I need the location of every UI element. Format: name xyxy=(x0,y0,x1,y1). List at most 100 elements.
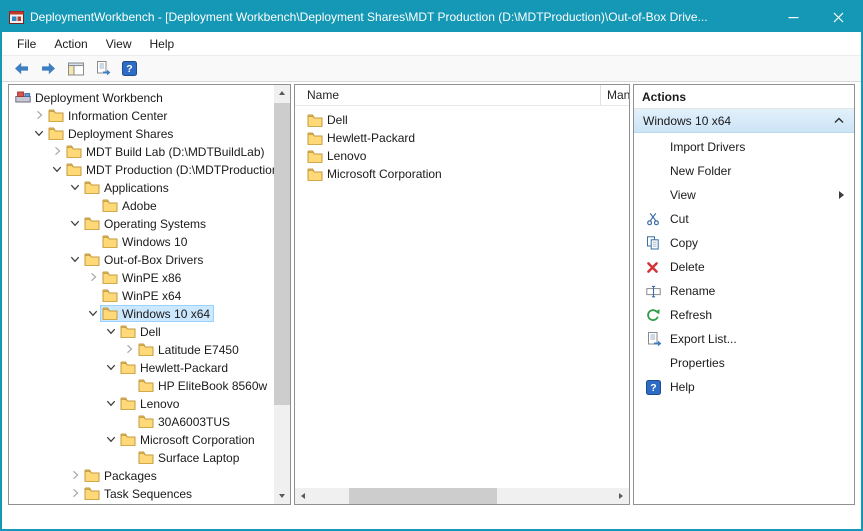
chevron-right-icon[interactable] xyxy=(67,484,82,502)
action-help[interactable]: ? Help xyxy=(634,375,854,399)
chevron-down-icon[interactable] xyxy=(85,304,100,322)
menu-file[interactable]: File xyxy=(8,34,45,54)
tree-item-winpe-x86[interactable]: WinPE x86 xyxy=(9,268,274,286)
list-item-hewlett-packard[interactable]: Hewlett-Packard xyxy=(295,129,629,147)
tree-item-deployment-shares[interactable]: Deployment Shares xyxy=(9,124,274,142)
chevron-down-icon[interactable] xyxy=(103,358,118,376)
actions-pane: Actions Windows 10 x64 Import Drivers Ne… xyxy=(633,84,855,505)
folder-icon xyxy=(102,289,118,302)
show-hide-tree-button[interactable] xyxy=(64,58,87,80)
tree-item-mdt-production-d-mdtproduction[interactable]: MDT Production (D:\MDTProduction) xyxy=(9,160,274,178)
tree-item-applications[interactable]: Applications xyxy=(9,178,274,196)
tree-item-out-of-box-drivers[interactable]: Out-of-Box Drivers xyxy=(9,250,274,268)
action-export-list[interactable]: Export List... xyxy=(634,327,854,351)
chevron-down-icon[interactable] xyxy=(67,214,82,232)
action-view[interactable]: View xyxy=(634,183,854,207)
forward-icon xyxy=(40,61,57,76)
chevron-right-icon[interactable] xyxy=(31,106,46,124)
close-icon xyxy=(833,12,844,23)
folder-icon xyxy=(102,271,118,284)
chevron-down-icon[interactable] xyxy=(103,322,118,340)
tree-item-30a6003tus[interactable]: 30A6003TUS xyxy=(9,412,274,430)
vertical-scroll-thumb[interactable] xyxy=(274,103,290,405)
tree-item-operating-systems[interactable]: Operating Systems xyxy=(9,214,274,232)
folder-icon xyxy=(102,235,118,248)
chevron-down-icon[interactable] xyxy=(103,394,118,412)
scroll-right-arrow-icon[interactable] xyxy=(613,488,629,504)
column-header-name[interactable]: Name xyxy=(295,85,601,105)
horizontal-scroll-thumb[interactable] xyxy=(349,488,497,504)
chevron-down-icon[interactable] xyxy=(103,430,118,448)
action-delete[interactable]: Delete xyxy=(634,255,854,279)
tree-item-windows-10-x64[interactable]: Windows 10 x64 xyxy=(9,304,274,322)
window-controls xyxy=(771,2,861,32)
tree-item-latitude-e7450[interactable]: Latitude E7450 xyxy=(9,340,274,358)
help-button[interactable]: ? xyxy=(118,58,141,80)
tree-item-label: Packages xyxy=(104,468,157,483)
action-label: Import Drivers xyxy=(670,140,845,154)
title-bar[interactable]: DeploymentWorkbench - [Deployment Workbe… xyxy=(2,2,861,32)
action-refresh[interactable]: Refresh xyxy=(634,303,854,327)
chevron-down-icon[interactable] xyxy=(31,124,46,142)
back-button[interactable] xyxy=(10,58,33,80)
column-header-manufacturer[interactable]: Manu xyxy=(601,85,629,105)
tree-item-microsoft-corporation[interactable]: Microsoft Corporation xyxy=(9,430,274,448)
tree-item-deployment-workbench[interactable]: Deployment Workbench xyxy=(9,88,274,106)
chevron-right-icon[interactable] xyxy=(67,466,82,484)
tree-item-label: Windows 10 xyxy=(122,234,187,249)
tree-vertical-scrollbar[interactable] xyxy=(274,85,290,504)
action-label: Export List... xyxy=(670,332,845,346)
tree-item-label: Windows 10 x64 xyxy=(122,306,210,321)
list-item-dell[interactable]: Dell xyxy=(295,111,629,129)
list-item-microsoft-corporation[interactable]: Microsoft Corporation xyxy=(295,165,629,183)
tree-item-label: Deployment Workbench xyxy=(35,90,163,105)
folder-icon xyxy=(48,127,64,140)
chevron-down-icon[interactable] xyxy=(67,250,82,268)
chevron-right-icon[interactable] xyxy=(85,268,100,286)
window-title: DeploymentWorkbench - [Deployment Workbe… xyxy=(30,10,771,24)
actions-section-header[interactable]: Windows 10 x64 xyxy=(634,109,854,133)
tree-item-task-sequences[interactable]: Task Sequences xyxy=(9,484,274,502)
export-list-button[interactable] xyxy=(91,58,114,80)
menu-view[interactable]: View xyxy=(97,34,141,54)
tree-item-winpe-x64[interactable]: WinPE x64 xyxy=(9,286,274,304)
chevron-down-icon[interactable] xyxy=(67,178,82,196)
export-list-icon xyxy=(95,61,111,76)
tree-item-windows-10[interactable]: Windows 10 xyxy=(9,232,274,250)
action-copy[interactable]: Copy xyxy=(634,231,854,255)
folder-icon xyxy=(102,307,118,320)
tree-item-mdt-build-lab-d-mdtbuildlab[interactable]: MDT Build Lab (D:\MDTBuildLab) xyxy=(9,142,274,160)
scroll-up-arrow-icon[interactable] xyxy=(274,85,290,101)
chevron-up-icon[interactable] xyxy=(833,116,845,125)
list-item-lenovo[interactable]: Lenovo xyxy=(295,147,629,165)
tree-item-surface-laptop[interactable]: Surface Laptop xyxy=(9,448,274,466)
folder-icon xyxy=(307,132,323,145)
tree-item-lenovo[interactable]: Lenovo xyxy=(9,394,274,412)
chevron-down-icon[interactable] xyxy=(49,160,64,178)
action-new-folder[interactable]: New Folder xyxy=(634,159,854,183)
scroll-left-arrow-icon[interactable] xyxy=(295,488,311,504)
tree-item-adobe[interactable]: Adobe xyxy=(9,196,274,214)
action-import-drivers[interactable]: Import Drivers xyxy=(634,135,854,159)
tree-item-dell[interactable]: Dell xyxy=(9,322,274,340)
list-horizontal-scrollbar[interactable] xyxy=(295,488,629,504)
forward-button[interactable] xyxy=(37,58,60,80)
tree-item-packages[interactable]: Packages xyxy=(9,466,274,484)
chevron-placeholder xyxy=(121,412,136,430)
action-properties[interactable]: Properties xyxy=(634,351,854,375)
action-rename[interactable]: Rename xyxy=(634,279,854,303)
menu-action[interactable]: Action xyxy=(45,34,96,54)
minimize-button[interactable] xyxy=(771,2,816,32)
close-button[interactable] xyxy=(816,2,861,32)
action-cut[interactable]: Cut xyxy=(634,207,854,231)
scroll-down-arrow-icon[interactable] xyxy=(274,488,290,504)
menu-bar: FileActionViewHelp xyxy=(2,32,861,55)
tree-item-hewlett-packard[interactable]: Hewlett-Packard xyxy=(9,358,274,376)
menu-help[interactable]: Help xyxy=(141,34,184,54)
chevron-right-icon[interactable] xyxy=(49,142,64,160)
tree-item-information-center[interactable]: Information Center xyxy=(9,106,274,124)
tree-item-label: Out-of-Box Drivers xyxy=(104,252,203,267)
folder-icon xyxy=(138,451,154,464)
tree-item-hp-elitebook-8560w[interactable]: HP EliteBook 8560w xyxy=(9,376,274,394)
chevron-right-icon[interactable] xyxy=(121,340,136,358)
